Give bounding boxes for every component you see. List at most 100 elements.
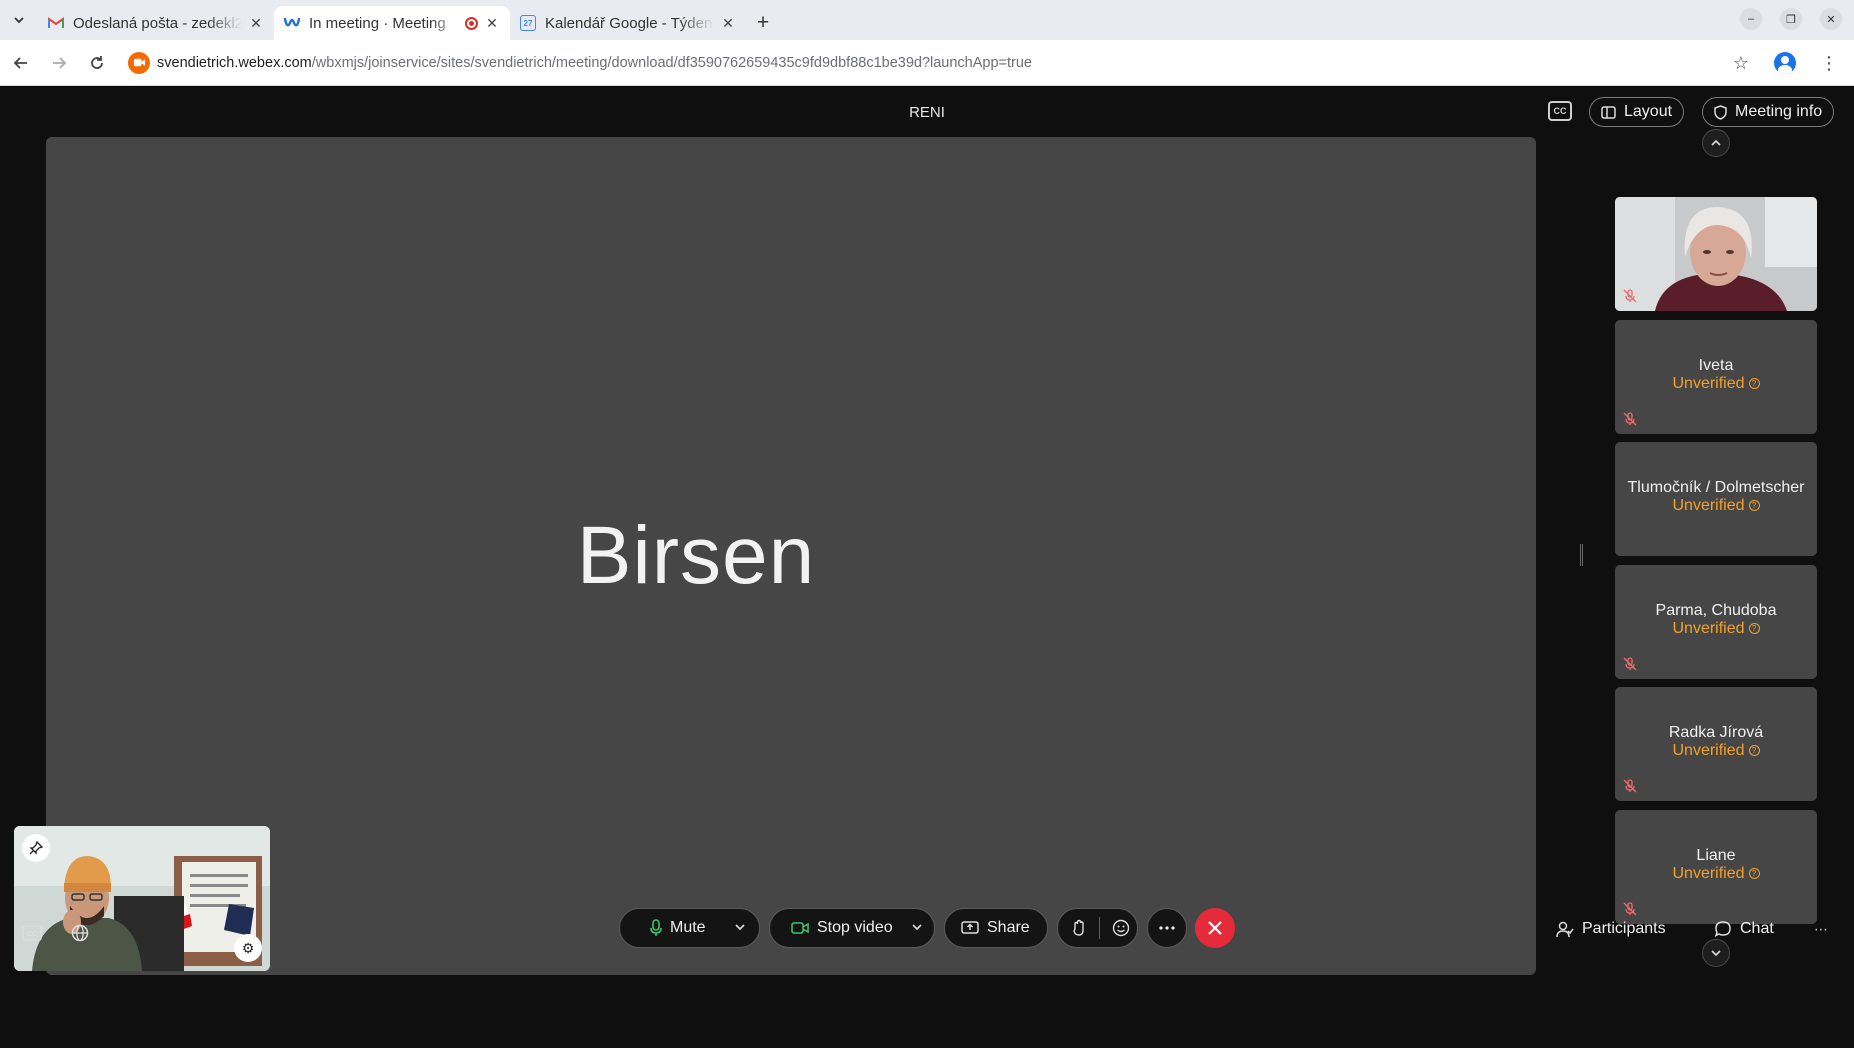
status-label: Unverified (1672, 375, 1745, 392)
participant-video-image (1615, 197, 1817, 311)
mute-button[interactable]: Mute (670, 919, 706, 937)
tab-close-icon[interactable]: ✕ (248, 15, 264, 32)
google-calendar-icon: 27 (520, 15, 536, 31)
chat-button[interactable]: Chat (1714, 916, 1774, 942)
browser-tab-calendar[interactable]: 27 Kalendář Google - Týden ✕ (510, 6, 746, 40)
muted-mic-icon (1623, 657, 1637, 671)
camera-permission-icon[interactable] (128, 51, 150, 74)
back-button[interactable] (4, 46, 38, 80)
reload-button[interactable] (80, 46, 114, 80)
help-icon[interactable]: ? (1748, 500, 1760, 511)
status-label: Unverified (1672, 497, 1745, 514)
self-view-video[interactable]: ⚙ (14, 826, 270, 971)
browser-tab-gmail[interactable]: Odeslaná pošta - zedekl2 ✕ (38, 6, 274, 40)
share-button[interactable]: Share (944, 908, 1048, 948)
browser-tab-bar: Odeslaná pošta - zedekl2 ✕ In meeting · … (0, 0, 1854, 40)
tab-close-icon[interactable]: ✕ (484, 15, 500, 32)
microphone-icon[interactable] (650, 919, 662, 937)
layout-label: Layout (1624, 103, 1673, 120)
panel-resize-handle[interactable] (1580, 544, 1583, 566)
profile-button[interactable] (1768, 46, 1802, 80)
emoji-reaction-icon[interactable] (1112, 919, 1130, 937)
close-window-button[interactable]: ✕ (1820, 8, 1842, 30)
chat-label: Chat (1740, 920, 1774, 937)
browser-toolbar: svendietrich.webex.com/wbxmjs/joinservic… (0, 40, 1854, 86)
meeting-info-button[interactable]: Meeting info (1702, 97, 1835, 127)
raise-hand-icon[interactable] (1072, 919, 1086, 937)
layout-button[interactable]: Layout (1589, 97, 1685, 127)
help-icon[interactable]: ? (1748, 378, 1760, 389)
participants-label: Participants (1582, 920, 1666, 937)
share-label: Share (987, 919, 1030, 936)
participant-tile[interactable]: Liane Unverified? (1615, 810, 1817, 924)
participants-button[interactable]: Participants (1556, 916, 1666, 942)
language-globe-icon[interactable] (64, 917, 96, 949)
muted-mic-icon (1623, 412, 1637, 426)
tab-title: In meeting · Meeting (309, 14, 446, 32)
bookmark-star-icon[interactable]: ☆ (1724, 46, 1758, 80)
help-icon[interactable]: ? (1748, 868, 1760, 879)
chat-bubble-icon (1714, 921, 1731, 937)
participant-video-tile[interactable] (1615, 197, 1817, 311)
webex-icon (284, 15, 300, 31)
tab-title: Kalendář Google - Týden (545, 14, 713, 32)
participant-status: Unverified? (1615, 742, 1817, 760)
participant-tile[interactable]: Parma, Chudoba Unverified? (1615, 565, 1817, 679)
help-icon[interactable]: ? (1748, 745, 1760, 756)
video-button-group: Stop video (769, 908, 935, 948)
captions-icon[interactable]: CC (16, 917, 48, 949)
participant-tile[interactable]: Radka Jírová Unverified? (1615, 687, 1817, 801)
meeting-window: RENI CC Layout Meeting info Birsen ⚙ Ive… (0, 87, 1854, 1048)
muted-mic-icon (1623, 289, 1637, 303)
url-path: /wbxmjs/joinservice/sites/svendietrich/m… (311, 54, 1032, 71)
share-screen-icon (961, 920, 979, 936)
divider (1099, 917, 1100, 939)
scroll-up-chevron-icon[interactable] (1702, 129, 1730, 157)
meeting-info-label: Meeting info (1735, 103, 1823, 120)
scroll-down-chevron-icon[interactable] (1702, 939, 1730, 967)
participant-tile[interactable]: Tlumočník / Dolmetscher Unverified? (1615, 442, 1817, 556)
muted-mic-icon (1623, 779, 1637, 793)
leave-meeting-button[interactable] (1195, 908, 1235, 948)
restore-window-button[interactable]: ❐ (1780, 8, 1802, 30)
participant-name: Tlumočník / Dolmetscher (1627, 479, 1805, 496)
reactions-button-group (1057, 908, 1138, 948)
minimize-window-button[interactable]: – (1740, 8, 1762, 30)
video-options-chevron-down-icon[interactable] (911, 921, 923, 936)
status-label: Unverified (1672, 865, 1745, 882)
participant-tile[interactable]: Iveta Unverified? (1615, 320, 1817, 434)
avatar (1774, 52, 1796, 74)
browser-menu-icon[interactable]: ⋮ (1812, 46, 1846, 80)
recording-indicator-icon (465, 16, 478, 30)
mute-button-group: Mute (619, 908, 760, 948)
participant-name: Liane (1696, 847, 1736, 864)
browser-tab-meeting[interactable]: In meeting · Meeting ✕ (274, 6, 510, 40)
stop-video-button[interactable]: Stop video (817, 919, 893, 937)
self-view-settings-gear-icon[interactable]: ⚙ (234, 934, 262, 962)
participant-name: Parma, Chudoba (1655, 602, 1777, 619)
participant-name: Iveta (1698, 357, 1734, 374)
audio-options-chevron-down-icon[interactable] (734, 921, 746, 936)
more-dots-icon (1159, 926, 1175, 930)
status-label: Unverified (1672, 620, 1745, 637)
tab-close-icon[interactable]: ✕ (720, 15, 736, 32)
panel-more-options-icon[interactable]: ⋯ (1814, 916, 1828, 942)
more-options-button[interactable] (1147, 908, 1187, 948)
url-host: svendietrich.webex.com (157, 54, 312, 71)
forward-button[interactable] (42, 46, 76, 80)
closed-captions-icon[interactable]: CC (1548, 101, 1572, 121)
participant-status: Unverified? (1615, 497, 1817, 515)
close-icon (1208, 921, 1222, 935)
muted-mic-icon (1623, 902, 1637, 916)
address-bar-url[interactable]: svendietrich.webex.com/wbxmjs/joinservic… (157, 55, 1032, 71)
participant-name: Radka Jírová (1668, 724, 1764, 741)
tab-title: Odeslaná pošta - zedekl2 (73, 14, 242, 32)
pin-icon[interactable] (22, 834, 50, 862)
camera-icon[interactable] (791, 921, 809, 935)
new-tab-button[interactable]: + (746, 6, 780, 40)
help-icon[interactable]: ? (1748, 623, 1760, 634)
participants-icon (1556, 921, 1574, 938)
svg-text:CC: CC (27, 931, 37, 938)
gmail-icon (48, 15, 64, 31)
tab-search-icon[interactable] (0, 0, 38, 40)
